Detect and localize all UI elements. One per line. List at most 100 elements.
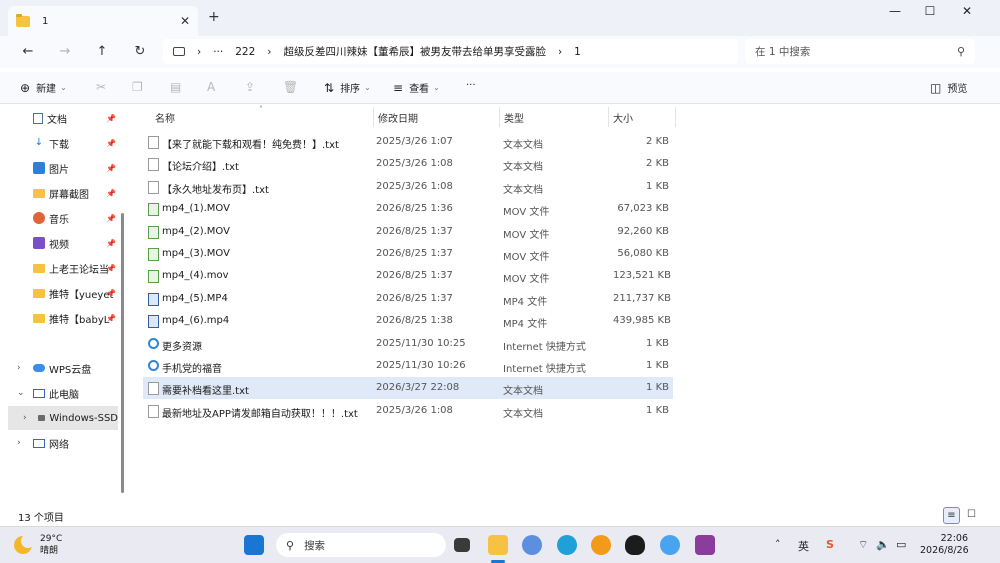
file-type: MOV 文件 bbox=[503, 229, 550, 241]
battery-icon[interactable]: ▭ bbox=[896, 538, 906, 551]
windows-start-icon[interactable] bbox=[244, 535, 264, 555]
video-icon bbox=[33, 237, 45, 249]
task-view-icon[interactable] bbox=[454, 538, 470, 552]
minimize-button[interactable]: — bbox=[880, 4, 910, 18]
file-explorer-icon[interactable] bbox=[488, 535, 508, 555]
close-button[interactable]: ✕ bbox=[952, 4, 982, 18]
tab-1[interactable]: 1 ✕ bbox=[8, 6, 198, 36]
edge-browser-icon[interactable] bbox=[557, 535, 577, 555]
winrar-icon[interactable] bbox=[695, 535, 715, 555]
paste-button[interactable]: ▤ bbox=[170, 80, 187, 94]
chevron-down-icon[interactable]: ⌄ bbox=[17, 388, 25, 398]
video-file-icon bbox=[148, 203, 159, 217]
file-row[interactable]: 【来了就能下载和观看！纯免费！】.txt 2025/3/26 1:07 文本文档 2 … bbox=[143, 131, 673, 153]
refresh-icon[interactable]: ↻ bbox=[130, 44, 150, 59]
file-name: 【永久地址发布页】.txt bbox=[162, 184, 269, 196]
folder-icon bbox=[33, 313, 45, 323]
sidebar-item-this-pc[interactable]: ⌄ 此电脑 bbox=[0, 381, 118, 405]
file-row[interactable]: mp4_(6).mp4 2026/8/25 1:38 MP4 文件 439,985 K… bbox=[143, 310, 673, 332]
cut-button[interactable]: ✂ bbox=[96, 80, 112, 94]
copilot-icon[interactable] bbox=[522, 535, 542, 555]
new-button[interactable]: ⊕ 新建 ⌄ bbox=[20, 80, 67, 96]
up-arrow-icon[interactable]: ↑ bbox=[92, 44, 112, 59]
speaker-muted-icon[interactable]: 🔈 bbox=[876, 538, 890, 551]
view-button[interactable]: ≡ 查看 ⌄ bbox=[393, 80, 440, 96]
text-file-icon bbox=[148, 404, 159, 418]
chevron-down-icon: ⌄ bbox=[433, 83, 440, 92]
tab-close-icon[interactable]: ✕ bbox=[180, 14, 190, 28]
sidebar-item-network[interactable]: › 网络 bbox=[0, 431, 118, 455]
sidebar-item-label: 音乐 bbox=[49, 214, 69, 226]
sort-button[interactable]: ⇅ 排序 ⌄ bbox=[324, 80, 371, 96]
search-icon: ⚲ bbox=[286, 538, 295, 552]
wifi-icon[interactable]: ⌔ bbox=[858, 538, 868, 552]
file-row[interactable]: 手机党的福音 2025/11/30 10:26 Internet 快捷方式 1 KB bbox=[143, 355, 673, 377]
file-name: 需要补档看这里.txt bbox=[162, 386, 249, 398]
rename-button[interactable]: A bbox=[207, 80, 221, 94]
new-tab-icon[interactable]: + bbox=[208, 9, 220, 25]
column-header-date[interactable]: 修改日期 bbox=[374, 105, 499, 129]
address-bar[interactable]: › ··· 222 › 超级反差四川辣妹【董希辰】被男友带去给单男享受露脸 › … bbox=[163, 39, 738, 64]
preview-label: 预览 bbox=[947, 84, 968, 95]
file-row[interactable]: 【永久地址发布页】.txt 2025/3/26 1:08 文本文档 1 KB bbox=[143, 176, 673, 198]
app-icon-blue[interactable] bbox=[660, 535, 680, 555]
file-row[interactable]: 需要补档看这里.txt 2026/3/27 22:08 文本文档 1 KB bbox=[143, 377, 673, 400]
file-row[interactable]: mp4_(5).MP4 2026/8/25 1:37 MP4 文件 211,737 K… bbox=[143, 288, 673, 310]
more-options-button[interactable]: ··· bbox=[466, 80, 476, 91]
forward-arrow-icon[interactable]: → bbox=[55, 44, 75, 59]
sidebar-item-videos[interactable]: 视频 📌 bbox=[0, 231, 118, 255]
file-row[interactable]: mp4_(1).MOV 2026/8/25 1:36 MOV 文件 67,023 KB bbox=[143, 198, 673, 220]
search-input[interactable]: 在 1 中搜索 ⚲ bbox=[745, 39, 975, 64]
chevron-right-icon[interactable]: › bbox=[17, 363, 21, 373]
system-clock[interactable]: 22:06 2026/8/26 bbox=[920, 533, 969, 557]
column-divider[interactable] bbox=[675, 107, 676, 127]
sidebar-item-pictures[interactable]: 图片 📌 bbox=[0, 156, 118, 180]
copy-button[interactable]: ❐ bbox=[132, 80, 149, 94]
maximize-button[interactable]: ☐ bbox=[915, 4, 945, 18]
file-modified-date: 2025/3/26 1:08 bbox=[376, 180, 453, 192]
details-view-button[interactable]: ≡ bbox=[943, 507, 960, 524]
sidebar-scrollbar[interactable] bbox=[121, 213, 124, 493]
chevron-right-icon[interactable]: › bbox=[23, 413, 27, 423]
sidebar-item-music[interactable]: 音乐 📌 bbox=[0, 206, 118, 230]
file-row[interactable]: 最新地址及APP请发邮箱自动获取！！！.txt 2025/3/26 1:08 文本文… bbox=[143, 400, 673, 422]
breadcrumb-item-folder[interactable]: 超级反差四川辣妹【董希辰】被男友带去给单男享受露脸 bbox=[283, 44, 546, 59]
sidebar-item-windows-ssd[interactable]: › Windows-SSD bbox=[8, 406, 118, 430]
tiles-view-button[interactable]: ☐ bbox=[963, 507, 980, 524]
back-arrow-icon[interactable]: ← bbox=[18, 44, 38, 59]
chevron-right-icon[interactable]: › bbox=[17, 438, 21, 448]
sidebar-item-screenshots[interactable]: 屏幕截图 📌 bbox=[0, 181, 118, 205]
sidebar-item-documents[interactable]: 文档 📌 bbox=[0, 106, 118, 130]
app-icon-orange[interactable] bbox=[591, 535, 611, 555]
file-row[interactable]: mp4_(2).MOV 2026/8/25 1:37 MOV 文件 92,260 KB bbox=[143, 221, 673, 243]
breadcrumb-separator-icon: › bbox=[557, 45, 563, 58]
breadcrumb-item-1[interactable]: 1 bbox=[574, 46, 581, 58]
file-name: mp4_(3).MOV bbox=[162, 248, 230, 259]
chevron-up-icon[interactable]: ˄ bbox=[775, 538, 781, 551]
file-size: 1 KB bbox=[646, 382, 669, 394]
qq-penguin-icon[interactable] bbox=[625, 535, 645, 555]
breadcrumb-ellipsis[interactable]: ··· bbox=[213, 46, 223, 58]
sidebar-item-folder-2[interactable]: 推特【yueyet 📌 bbox=[0, 281, 118, 305]
weather-widget[interactable]: 29°C 晴朗 bbox=[14, 533, 62, 557]
preview-button[interactable]: ◫ 预览 bbox=[930, 80, 968, 96]
column-header-size[interactable]: 大小 bbox=[609, 105, 675, 129]
sidebar-item-folder-3[interactable]: 推特【babyL 📌 bbox=[0, 306, 118, 330]
file-size: 123,521 KB bbox=[613, 270, 671, 282]
delete-button[interactable]: 🗑 bbox=[283, 80, 304, 94]
sogou-input-icon[interactable]: S bbox=[826, 538, 834, 551]
breadcrumb-item-222[interactable]: 222 bbox=[235, 46, 255, 58]
file-row[interactable]: mp4_(4).mov 2026/8/25 1:37 MOV 文件 123,521 K… bbox=[143, 265, 673, 287]
ime-indicator[interactable]: 英 bbox=[798, 538, 809, 554]
command-bar: ⊕ 新建 ⌄ ✂ ❐ ▤ A ⇪ 🗑 ⇅ 排序 ⌄ ≡ 查看 ⌄ ··· ◫ 预… bbox=[0, 72, 1000, 104]
sidebar-item-folder-1[interactable]: 上老王论坛当 📌 bbox=[0, 256, 118, 280]
video-file-icon bbox=[148, 225, 159, 239]
sidebar-item-wps-cloud[interactable]: › WPS云盘 bbox=[0, 356, 118, 380]
file-row[interactable]: 【论坛介绍】.txt 2025/3/26 1:08 文本文档 2 KB bbox=[143, 153, 673, 175]
share-button[interactable]: ⇪ bbox=[245, 80, 261, 94]
taskbar-search-box[interactable]: ⚲ 搜索 bbox=[276, 533, 446, 557]
file-row[interactable]: mp4_(3).MOV 2026/8/25 1:37 MOV 文件 56,080 KB bbox=[143, 243, 673, 265]
sidebar-item-downloads[interactable]: ↓ 下载 📌 bbox=[0, 131, 118, 155]
file-row[interactable]: 更多资源 2025/11/30 10:25 Internet 快捷方式 1 KB bbox=[143, 333, 673, 355]
column-header-type[interactable]: 类型 bbox=[500, 105, 608, 129]
